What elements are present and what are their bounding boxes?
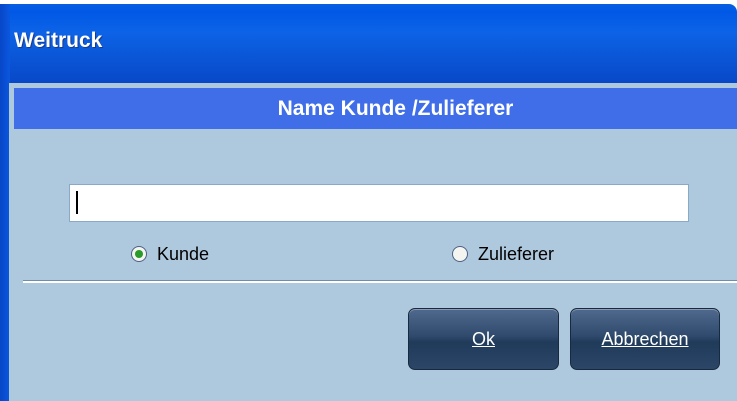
cancel-button-label: Abbrechen (601, 328, 689, 349)
header-title: Name Kunde /Zulieferer (277, 96, 514, 120)
radio-button-icon[interactable] (131, 246, 147, 262)
radio-kunde-label: Kunde (157, 243, 210, 264)
header-band: Name Kunde /Zulieferer (14, 88, 737, 129)
title-bar[interactable] (0, 4, 737, 83)
radio-button-icon[interactable] (452, 246, 468, 262)
name-input[interactable] (69, 184, 689, 222)
cancel-button[interactable]: Abbrechen (570, 308, 720, 370)
ok-button[interactable]: Ok (408, 308, 559, 370)
text-caret (76, 191, 78, 214)
separator-line (23, 280, 737, 283)
radio-selected-dot-icon (135, 250, 143, 258)
ok-button-label: Ok (471, 328, 495, 349)
radio-kunde[interactable]: Kunde (131, 243, 209, 265)
window-title: Weitruck (14, 29, 103, 52)
dialog-window: Weitruck Name Kunde /Zulieferer Kunde Zu… (0, 0, 737, 401)
radio-zulieferer[interactable]: Zulieferer (452, 243, 554, 265)
radio-zulieferer-label: Zulieferer (478, 243, 555, 264)
